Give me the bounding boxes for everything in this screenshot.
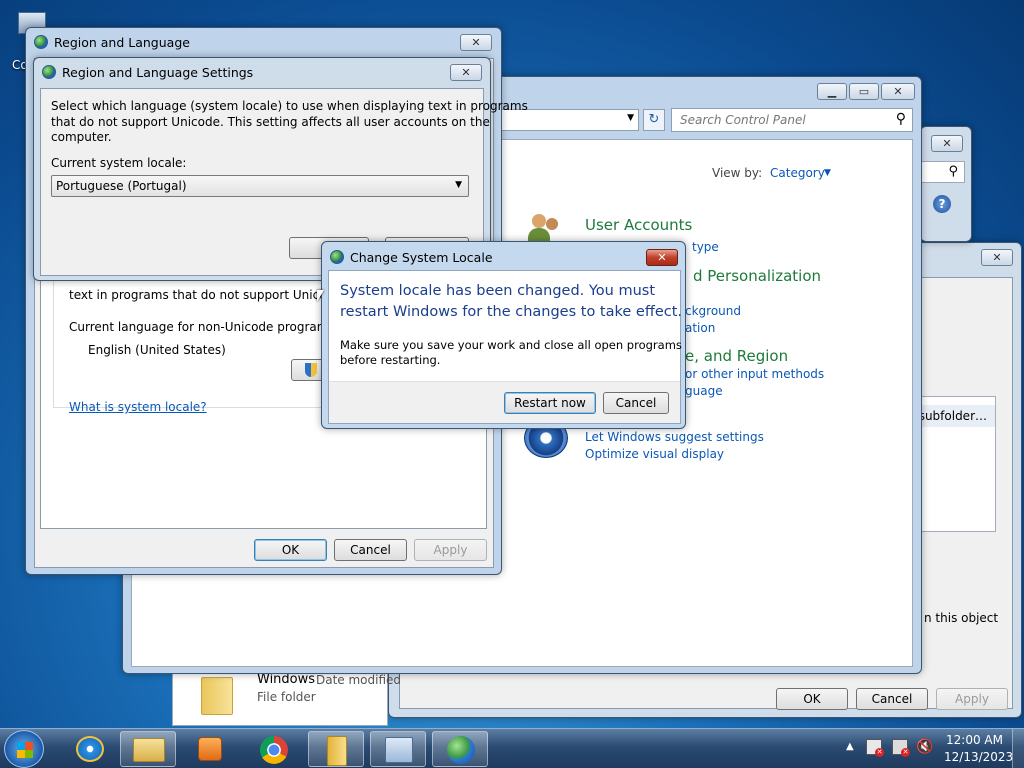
close-icon[interactable]: ✕: [931, 135, 963, 152]
internet-explorer-taskbar[interactable]: [62, 731, 118, 767]
properties-ok-button[interactable]: OK: [776, 688, 848, 710]
search-icon: ⚲: [895, 111, 906, 127]
volume-muted-icon[interactable]: 🔇: [916, 739, 933, 755]
restart-now-button[interactable]: Restart now: [504, 392, 596, 414]
taskbar: ▲ ✕ ✕ 🔇 12:00 AM 12/13/2023: [0, 728, 1024, 768]
locale-description-1: Select which language (system locale) to…: [51, 99, 528, 113]
show-desktop-button[interactable]: [1012, 729, 1024, 768]
chevron-down-icon: ▼: [455, 180, 462, 190]
globe-icon: [42, 65, 56, 79]
properties-apply-button: Apply: [936, 688, 1008, 710]
change-locale-content: System locale has been changed. You must…: [328, 270, 683, 424]
clock-time[interactable]: 12:00 AM: [946, 733, 1003, 747]
region-language-title: Region and Language: [54, 34, 190, 50]
region-globe-icon: [447, 736, 475, 764]
media-player-icon: [198, 737, 222, 761]
system-locale-select[interactable]: Portuguese (Portugal) ▼: [51, 175, 469, 197]
locale-settings-titlebar: Region and Language Settings: [34, 58, 490, 86]
locale-settings-title: Region and Language Settings: [62, 64, 254, 80]
date-modified-label: Date modified: [316, 673, 402, 687]
locale-description-2: that do not support Unicode. This settin…: [51, 115, 490, 129]
region-language-taskbar[interactable]: [432, 731, 488, 767]
change-locale-main-2: restart Windows for the changes to take …: [340, 304, 683, 320]
media-player-taskbar[interactable]: [182, 731, 238, 767]
control-panel-taskbar[interactable]: [370, 731, 426, 767]
action-center-icon[interactable]: ✕: [866, 739, 884, 757]
secondary-window: ✕ ⚲ ?: [920, 126, 972, 242]
chrome-taskbar[interactable]: [246, 731, 302, 767]
clock-sub-1[interactable]: or other input methods: [685, 367, 824, 381]
change-locale-title: Change System Locale: [350, 249, 493, 265]
clock-sub-2[interactable]: guage: [685, 384, 723, 398]
ease-sub-1[interactable]: Let Windows suggest settings: [585, 430, 764, 444]
chrome-icon: [260, 736, 288, 764]
user-accounts-sub[interactable]: type: [692, 240, 719, 254]
internet-explorer-icon: [76, 736, 104, 762]
globe-icon: [34, 35, 48, 49]
network-icon[interactable]: ✕: [892, 739, 910, 757]
chevron-down-icon[interactable]: ▼: [824, 168, 831, 178]
system-locale-value: Portuguese (Portugal): [56, 179, 187, 193]
show-hidden-icons-icon[interactable]: ▲: [846, 741, 854, 752]
close-icon[interactable]: ✕: [450, 64, 482, 81]
close-icon[interactable]: ✕: [881, 83, 915, 100]
secondary-search: ⚲: [921, 161, 965, 183]
view-by-label: View by:: [712, 166, 763, 180]
change-locale-cancel-button[interactable]: Cancel: [603, 392, 669, 414]
cancel-button[interactable]: Cancel: [334, 539, 407, 561]
mouse-cursor: [317, 290, 324, 302]
chevron-down-icon[interactable]: ▼: [627, 113, 634, 123]
close-icon[interactable]: ✕: [460, 34, 492, 51]
search-input[interactable]: Search Control Panel: [680, 113, 806, 127]
appearance-sub-1[interactable]: ckground: [685, 304, 741, 318]
folder-taskbar[interactable]: [308, 731, 364, 767]
folder-name[interactable]: Windows: [257, 672, 315, 687]
help-icon[interactable]: ?: [933, 195, 951, 213]
shield-icon: [305, 363, 317, 377]
folder-icon: [327, 736, 347, 766]
close-icon[interactable]: ✕: [646, 249, 678, 266]
clock-date[interactable]: 12/13/2023: [944, 750, 1013, 764]
properties-cancel-button[interactable]: Cancel: [856, 688, 928, 710]
search-icon: ⚲: [948, 164, 958, 179]
start-button[interactable]: [4, 730, 44, 768]
object-text: n this object: [924, 611, 999, 625]
windows-logo-icon: [17, 742, 33, 758]
change-locale-main-1: System locale has been changed. You must: [340, 283, 656, 299]
change-locale-titlebar: Change System Locale: [322, 242, 685, 272]
maximize-icon[interactable]: ▭: [849, 83, 879, 100]
search-control-panel[interactable]: Search Control Panel ⚲: [671, 108, 913, 132]
what-is-system-locale-link[interactable]: What is system locale?: [69, 400, 207, 414]
change-locale-sub-2: before restarting.: [340, 353, 441, 367]
current-language-value: English (United States): [88, 343, 226, 357]
unicode-text: text in programs that do not support Uni…: [69, 288, 346, 302]
user-accounts-link[interactable]: User Accounts: [585, 216, 692, 234]
explorer-taskbar[interactable]: [120, 731, 176, 767]
region-language-titlebar: Region and Language: [26, 28, 501, 56]
minimize-icon[interactable]: ▁: [817, 83, 847, 100]
view-by-dropdown[interactable]: Category: [770, 166, 825, 180]
ok-button[interactable]: OK: [254, 539, 327, 561]
locale-description-3: computer.: [51, 130, 112, 144]
explorer-window: Windows Date modified File folder: [172, 668, 401, 726]
close-icon[interactable]: ✕: [981, 249, 1013, 266]
folder-library-icon: [133, 738, 165, 762]
system-locale-label: Current system locale:: [51, 156, 187, 170]
control-panel-icon: [385, 737, 413, 763]
current-language-label: Current language for non-Unicode program…: [69, 320, 339, 334]
folder-icon: [201, 677, 233, 715]
change-system-locale-dialog: Change System Locale ✕ System locale has…: [321, 241, 686, 429]
folder-type: File folder: [257, 690, 316, 704]
apply-button: Apply: [414, 539, 487, 561]
subfolder-text: , subfolder…: [911, 409, 987, 423]
change-locale-sub-1: Make sure you save your work and close a…: [340, 338, 682, 352]
refresh-icon[interactable]: ↻: [643, 109, 665, 131]
clock-region-link[interactable]: e, and Region: [685, 347, 788, 365]
ease-sub-2[interactable]: Optimize visual display: [585, 447, 724, 461]
appearance-link[interactable]: d Personalization: [693, 267, 821, 285]
appearance-sub-2[interactable]: ation: [685, 321, 715, 335]
globe-icon: [330, 250, 344, 264]
